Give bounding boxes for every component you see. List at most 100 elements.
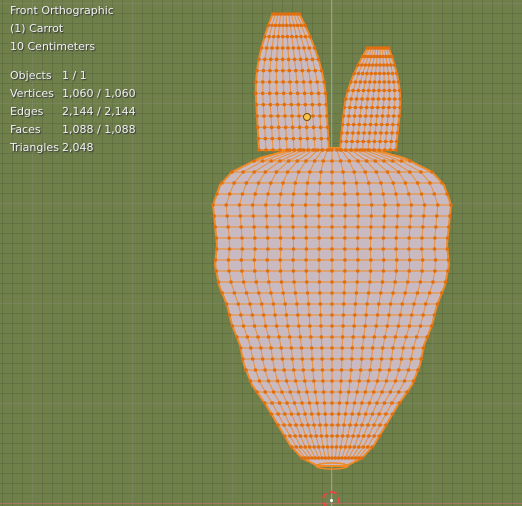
mesh-vertex[interactable] <box>415 291 420 295</box>
mesh-vertex[interactable] <box>384 412 388 416</box>
mesh-vertex[interactable] <box>266 247 270 251</box>
mesh-vertex[interactable] <box>324 434 329 438</box>
mesh-vertex[interactable] <box>291 136 296 141</box>
mesh-vertex[interactable] <box>356 63 360 67</box>
mesh-vertex[interactable] <box>387 97 392 101</box>
mesh-vertex[interactable] <box>420 269 424 273</box>
mesh-vertex[interactable] <box>229 280 233 284</box>
mesh-vertex[interactable] <box>274 170 279 174</box>
mesh-vertex[interactable] <box>382 97 386 101</box>
mesh-vertex[interactable] <box>317 280 322 284</box>
mesh-vertex[interactable] <box>349 97 354 101</box>
mesh-vertex[interactable] <box>261 102 266 107</box>
mesh-vertex[interactable] <box>343 203 348 207</box>
mesh-vertex[interactable] <box>419 170 423 174</box>
mesh-vertex[interactable] <box>352 114 357 118</box>
mesh-vertex[interactable] <box>253 236 257 240</box>
mesh-vertex[interactable] <box>409 357 414 361</box>
mesh-vertex[interactable] <box>256 181 261 185</box>
mesh-vertex[interactable] <box>283 302 287 306</box>
mesh-vertex[interactable] <box>366 88 371 93</box>
mesh-vertex[interactable] <box>340 434 345 438</box>
mesh-vertex[interactable] <box>304 159 308 163</box>
mesh-vertex[interactable] <box>407 324 412 328</box>
mesh-vertex[interactable] <box>389 54 394 59</box>
mesh-vertex[interactable] <box>278 236 283 240</box>
mesh-vertex[interactable] <box>285 34 290 39</box>
mesh-vertex[interactable] <box>343 247 347 251</box>
mesh-vertex[interactable] <box>385 122 390 127</box>
mesh-vertex[interactable] <box>294 34 299 39</box>
mesh-vertex[interactable] <box>300 68 305 73</box>
mesh-vertex[interactable] <box>348 379 352 383</box>
mesh-vertex[interactable] <box>368 192 373 196</box>
mesh-vertex[interactable] <box>449 203 453 207</box>
mesh-vertex[interactable] <box>309 335 313 339</box>
mesh-vertex[interactable] <box>317 181 322 185</box>
mesh-vertex[interactable] <box>350 346 355 350</box>
mesh-vertex[interactable] <box>320 346 324 350</box>
mesh-vertex[interactable] <box>372 335 377 339</box>
mesh-vertex[interactable] <box>356 456 361 460</box>
mesh-vertex[interactable] <box>270 23 274 28</box>
mesh-vertex[interactable] <box>430 170 434 174</box>
mesh-vertex[interactable] <box>398 313 403 317</box>
mesh-vertex[interactable] <box>262 114 266 118</box>
mesh-vertex[interactable] <box>259 346 263 350</box>
mesh-vertex[interactable] <box>260 357 265 361</box>
mesh-vertex[interactable] <box>363 63 368 67</box>
mesh-vertex[interactable] <box>367 131 372 135</box>
mesh-vertex[interactable] <box>277 203 281 207</box>
mesh-vertex[interactable] <box>355 148 359 152</box>
mesh-vertex[interactable] <box>361 335 366 339</box>
mesh-vertex[interactable] <box>299 346 304 350</box>
mesh-vertex[interactable] <box>305 291 310 295</box>
mesh-vertex[interactable] <box>446 258 451 262</box>
mesh-vertex[interactable] <box>271 390 276 394</box>
mesh-vertex[interactable] <box>379 122 384 127</box>
mesh-vertex[interactable] <box>256 136 261 141</box>
mesh-vertex[interactable] <box>304 236 309 240</box>
mesh-vertex[interactable] <box>321 159 326 163</box>
mesh-vertex[interactable] <box>289 102 294 107</box>
mesh-vertex[interactable] <box>326 456 331 460</box>
mesh-vertex[interactable] <box>265 236 270 240</box>
mesh-vertex[interactable] <box>227 236 231 240</box>
mesh-vertex[interactable] <box>326 136 331 141</box>
mesh-vertex[interactable] <box>237 203 242 207</box>
mesh-vertex[interactable] <box>330 302 334 306</box>
mesh-vertex[interactable] <box>292 23 296 28</box>
mesh-vertex[interactable] <box>353 456 358 460</box>
mesh-vertex[interactable] <box>312 46 317 50</box>
mesh-vertex[interactable] <box>369 114 374 118</box>
mesh-vertex[interactable] <box>214 236 219 240</box>
mesh-vertex[interactable] <box>307 313 312 317</box>
mesh-vertex[interactable] <box>290 357 295 361</box>
mesh-vertex[interactable] <box>366 181 371 185</box>
mesh-vertex[interactable] <box>284 313 289 317</box>
mesh-vertex[interactable] <box>310 357 314 361</box>
mesh-vertex[interactable] <box>360 71 365 76</box>
mesh-vertex[interactable] <box>388 390 393 394</box>
mesh-vertex[interactable] <box>402 379 407 383</box>
mesh-vertex[interactable] <box>378 423 382 427</box>
mesh-vertex[interactable] <box>358 80 363 84</box>
mesh-vertex[interactable] <box>373 131 378 135</box>
mesh-vertex[interactable] <box>260 91 265 96</box>
mesh-vertex[interactable] <box>293 434 297 438</box>
mesh-vertex[interactable] <box>313 148 317 152</box>
mesh-vertex[interactable] <box>406 192 411 196</box>
mesh-vertex[interactable] <box>290 214 295 218</box>
mesh-vertex[interactable] <box>304 280 309 284</box>
mesh-vertex[interactable] <box>435 203 440 207</box>
mesh-vertex[interactable] <box>399 159 404 163</box>
mesh-vertex[interactable] <box>252 258 257 262</box>
mesh-vertex[interactable] <box>240 269 244 273</box>
mesh-vertex[interactable] <box>291 258 295 262</box>
mesh-vertex[interactable] <box>273 313 277 317</box>
mesh-vertex[interactable] <box>290 445 294 449</box>
mesh-vertex[interactable] <box>391 80 396 84</box>
mesh-vertex[interactable] <box>266 23 271 28</box>
mesh-vertex[interactable] <box>342 105 347 110</box>
mesh-vertex[interactable] <box>297 324 301 328</box>
